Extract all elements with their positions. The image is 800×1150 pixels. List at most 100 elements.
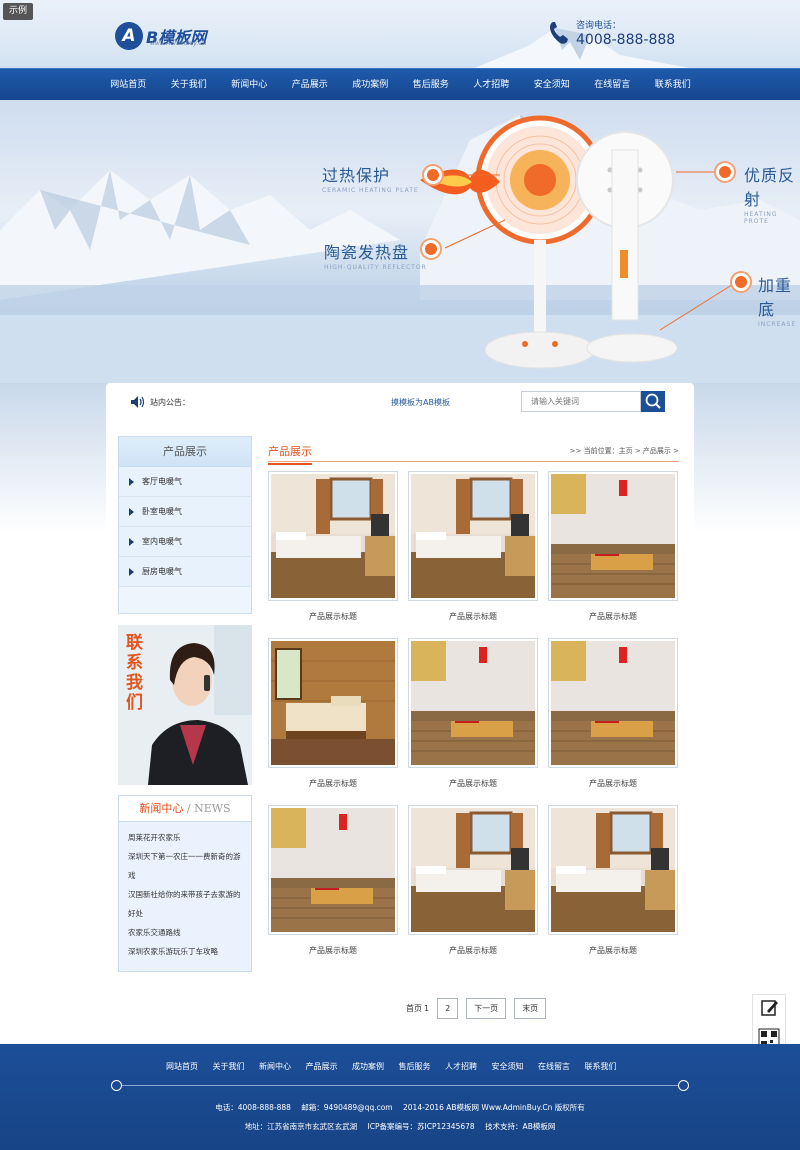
- footer-copyright: 2014-2016 AB模板网 Www.AdminBuy.Cn 版权所有: [403, 1103, 585, 1112]
- product-card[interactable]: 产品展示标题: [548, 805, 678, 956]
- feature-subtitle: HEATING PROTE: [744, 211, 778, 225]
- site-footer: 网站首页 关于我们 新闻中心 产品展示 成功案例 售后服务 人才招聘 安全须知 …: [0, 1044, 800, 1150]
- footer-nav-item[interactable]: 售后服务: [399, 1061, 431, 1072]
- sidebar-item-indoor[interactable]: 室内电暖气: [119, 527, 251, 557]
- news-item[interactable]: 深圳天下第一农庄一一费新奇的游戏: [128, 847, 242, 885]
- edit-icon[interactable]: [761, 1000, 778, 1016]
- footer-nav-item[interactable]: 人才招聘: [445, 1061, 477, 1072]
- nav-about[interactable]: 关于我们: [159, 69, 220, 101]
- feature-dot-icon: [424, 166, 442, 184]
- footer-nav: 网站首页 关于我们 新闻中心 产品展示 成功案例 售后服务 人才招聘 安全须知 …: [166, 1061, 631, 1072]
- product-caption[interactable]: 产品展示标题: [268, 945, 398, 956]
- feature-reflector: 优质反射 HEATING PROTE: [744, 162, 800, 225]
- double-chevron-icon: >>: [569, 447, 584, 455]
- search-input[interactable]: [521, 391, 641, 412]
- footer-contact-line: 电话：4008-888-888 邮箱：9490489@qq.com 2014-2…: [0, 1102, 800, 1113]
- sidebar-item-living-room[interactable]: 客厅电暖气: [119, 467, 251, 497]
- nav-message[interactable]: 在线留言: [582, 69, 643, 101]
- product-card[interactable]: 产品展示标题: [408, 638, 538, 789]
- product-card[interactable]: 产品展示标题: [268, 805, 398, 956]
- product-card[interactable]: 产品展示标题: [268, 638, 398, 789]
- product-card[interactable]: 产品展示标题: [548, 638, 678, 789]
- hotline-label: 咨询电话：: [576, 21, 622, 31]
- footer-nav-item[interactable]: 新闻中心: [259, 1061, 291, 1072]
- product-caption[interactable]: 产品展示标题: [548, 778, 678, 789]
- product-image[interactable]: [268, 471, 398, 601]
- product-caption[interactable]: 产品展示标题: [408, 945, 538, 956]
- sidebar-item-label: 客厅电暖气: [142, 476, 182, 486]
- nav-service[interactable]: 售后服务: [401, 69, 462, 101]
- demo-tag[interactable]: 示例: [3, 3, 34, 20]
- triangle-right-icon: [129, 537, 134, 546]
- triangle-right-icon: [129, 477, 134, 486]
- footer-nav-item[interactable]: 在线留言: [538, 1061, 570, 1072]
- feature-dot-icon: [422, 240, 440, 258]
- sidebar-item-label: 卧室电暖气: [142, 506, 182, 516]
- hotline: 咨询电话： 4008-888-888: [548, 18, 675, 48]
- product-image[interactable]: [408, 638, 538, 768]
- feature-dot-icon: [716, 163, 734, 181]
- nav-cases[interactable]: 成功案例: [340, 69, 401, 101]
- feature-dot-icon: [732, 273, 750, 291]
- product-image[interactable]: [268, 805, 398, 935]
- product-caption[interactable]: 产品展示标题: [548, 945, 678, 956]
- product-image[interactable]: [268, 638, 398, 768]
- footer-nav-item[interactable]: 安全须知: [492, 1061, 524, 1072]
- feature-title: 过热保护: [322, 166, 391, 185]
- circle-icon: [111, 1080, 122, 1091]
- footer-nav-item[interactable]: 联系我们: [585, 1061, 617, 1072]
- news-item[interactable]: 周莱花开农家乐: [128, 828, 242, 847]
- sidebar-categories: 产品展示 客厅电暖气 卧室电暖气 室内电暖气 厨房电暖气: [118, 436, 252, 614]
- contact-us-banner[interactable]: 联系我们: [118, 625, 252, 785]
- notice-text[interactable]: 摸模板为AB模板: [391, 397, 450, 408]
- sidebar-title: 产品展示: [119, 437, 251, 467]
- product-image[interactable]: [408, 471, 538, 601]
- phone-icon: [550, 22, 568, 44]
- footer-divider: [116, 1085, 684, 1086]
- pager-next[interactable]: 下一页: [466, 998, 507, 1019]
- sidebar-item-bedroom[interactable]: 卧室电暖气: [119, 497, 251, 527]
- footer-nav-item[interactable]: 关于我们: [213, 1061, 245, 1072]
- notice-bar: 站内公告： 摸模板为AB模板: [106, 383, 694, 421]
- feature-subtitle: CERAMIC HEATING PLATE: [322, 187, 419, 194]
- nav-safety[interactable]: 安全须知: [522, 69, 583, 101]
- product-card[interactable]: 产品展示标题: [548, 471, 678, 622]
- circle-icon: [678, 1080, 689, 1091]
- product-card[interactable]: 产品展示标题: [268, 471, 398, 622]
- nav-contact[interactable]: 联系我们: [643, 69, 704, 101]
- triangle-right-icon: [129, 567, 134, 576]
- product-image[interactable]: [548, 805, 678, 935]
- product-card[interactable]: 产品展示标题: [408, 471, 538, 622]
- news-item[interactable]: 深圳农家乐游玩乐丁车攻略: [128, 942, 242, 961]
- nav-news[interactable]: 新闻中心: [219, 69, 280, 101]
- footer-support[interactable]: 技术支持：AB模板网: [485, 1122, 555, 1131]
- hero-banner[interactable]: 过热保护 CERAMIC HEATING PLATE 陶瓷发热盘 HIGH-QU…: [0, 100, 800, 383]
- product-image[interactable]: [408, 805, 538, 935]
- footer-nav-item[interactable]: 成功案例: [352, 1061, 384, 1072]
- product-caption[interactable]: 产品展示标题: [268, 611, 398, 622]
- feature-subtitle: INCREASE: [758, 321, 797, 328]
- product-image[interactable]: [548, 471, 678, 601]
- pagination: 首页 1 2 下一页 末页: [406, 998, 547, 1019]
- news-item[interactable]: 农家乐交通路线: [128, 923, 242, 942]
- product-image[interactable]: [548, 638, 678, 768]
- footer-icp[interactable]: ICP备案编号：苏ICP12345678: [368, 1122, 475, 1131]
- footer-nav-item[interactable]: 产品展示: [306, 1061, 338, 1072]
- product-card[interactable]: 产品展示标题: [408, 805, 538, 956]
- pager-last[interactable]: 末页: [514, 998, 547, 1019]
- product-caption[interactable]: 产品展示标题: [408, 611, 538, 622]
- pager-page-2[interactable]: 2: [437, 998, 459, 1019]
- footer-address: 地址：江苏省南京市玄武区玄武湖: [244, 1122, 358, 1131]
- sidebar-item-kitchen[interactable]: 厨房电暖气: [119, 557, 251, 587]
- product-caption[interactable]: 产品展示标题: [268, 778, 398, 789]
- news-item[interactable]: 汉国新社给你的来带孩子去家游的好处: [128, 885, 242, 923]
- nav-home[interactable]: 网站首页: [98, 69, 159, 101]
- search-button[interactable]: [641, 391, 665, 412]
- nav-jobs[interactable]: 人才招聘: [461, 69, 522, 101]
- product-caption[interactable]: 产品展示标题: [548, 611, 678, 622]
- footer-nav-item[interactable]: 网站首页: [166, 1061, 198, 1072]
- pager-first[interactable]: 首页: [406, 1003, 422, 1014]
- product-caption[interactable]: 产品展示标题: [408, 778, 538, 789]
- footer-phone: 电话：4008-888-888: [215, 1103, 291, 1112]
- nav-products[interactable]: 产品展示: [280, 69, 341, 101]
